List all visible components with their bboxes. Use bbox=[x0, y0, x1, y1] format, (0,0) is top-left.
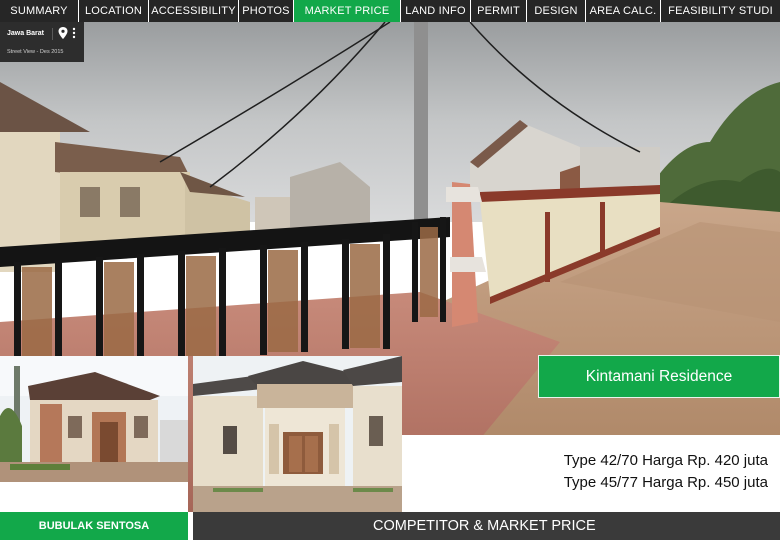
street-view-location: Jawa Barat bbox=[7, 30, 44, 37]
tab-accessibility[interactable]: ACCESSIBILITY bbox=[149, 0, 239, 22]
price-box: Type 42/70 Harga Rp. 420 juta Type 45/77… bbox=[402, 435, 780, 512]
street-view-badge: Jawa Barat Street View - Des 2015 bbox=[0, 22, 84, 62]
top-nav: SUMMARY LOCATION ACCESSIBILITY PHOTOS MA… bbox=[0, 0, 780, 22]
tab-summary[interactable]: SUMMARY bbox=[0, 0, 79, 22]
tab-market-price[interactable]: MARKET PRICE bbox=[294, 0, 401, 22]
tab-feasibility-studi[interactable]: FEASIBILITY STUDI bbox=[661, 0, 780, 22]
map-pin-icon[interactable] bbox=[58, 27, 68, 39]
price-type-45: Type 45/77 Harga Rp. 450 juta bbox=[563, 474, 768, 491]
price-type-42: Type 42/70 Harga Rp. 420 juta bbox=[563, 452, 768, 469]
competitor-house-photo bbox=[0, 356, 188, 512]
tab-land-info[interactable]: LAND INFO bbox=[401, 0, 471, 22]
section-title: COMPETITOR & MARKET PRICE bbox=[193, 512, 780, 540]
tab-location[interactable]: LOCATION bbox=[79, 0, 149, 22]
more-vert-icon[interactable] bbox=[70, 27, 78, 39]
tab-photos[interactable]: PHOTOS bbox=[239, 0, 294, 22]
competitor-name-label: BUBULAK SENTOSA bbox=[0, 512, 188, 540]
tab-design[interactable]: DESIGN bbox=[527, 0, 586, 22]
tab-permit[interactable]: PERMIT bbox=[471, 0, 527, 22]
badge-divider bbox=[52, 28, 53, 40]
tab-area-calc[interactable]: AREA CALC. bbox=[586, 0, 661, 22]
street-view-date: Street View - Des 2015 bbox=[7, 49, 64, 55]
project-name-label: Kintamani Residence bbox=[538, 355, 780, 398]
model-house-photo bbox=[193, 356, 402, 512]
